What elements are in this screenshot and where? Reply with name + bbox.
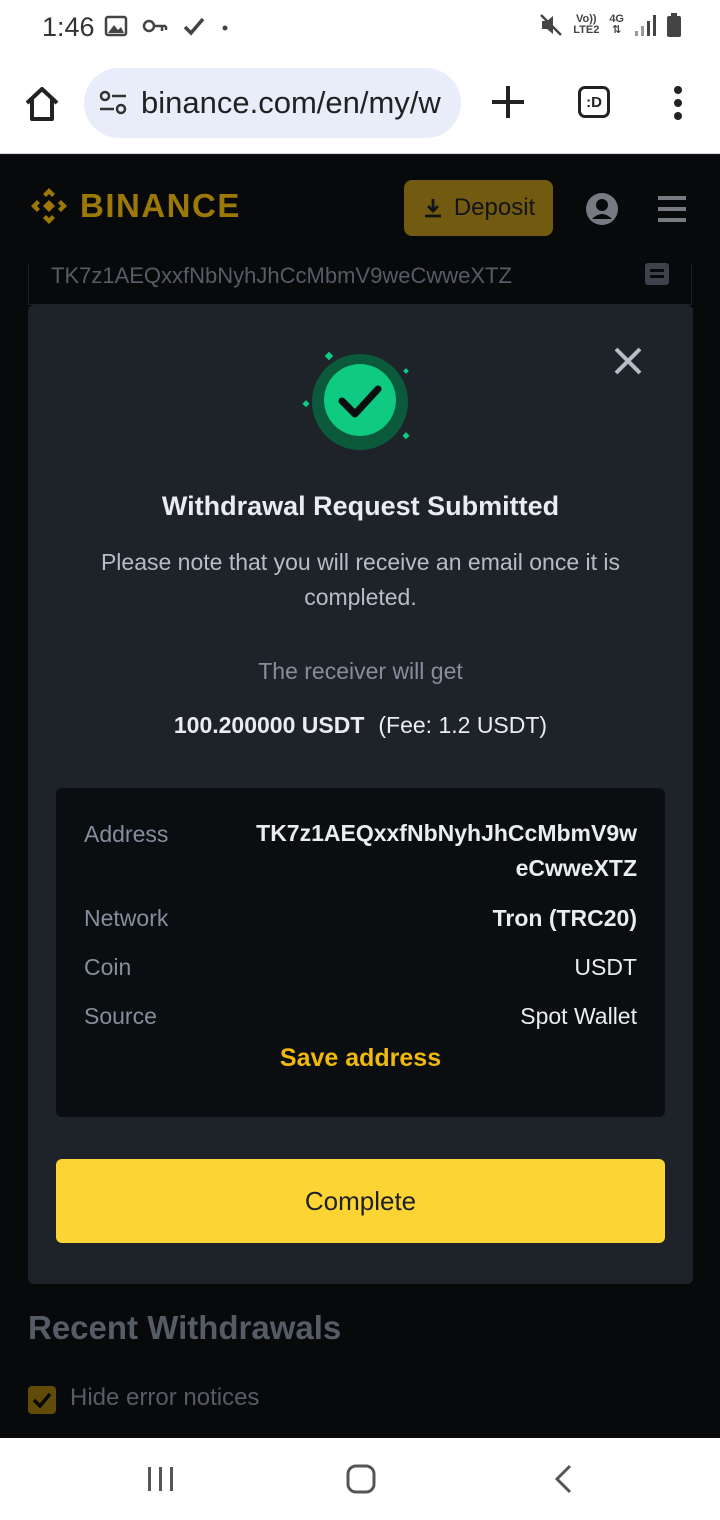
- address-bar[interactable]: binance.com/en/my/w: [84, 68, 461, 138]
- status-right-icons: Vo)) LTE2 4G ⇅: [539, 12, 682, 38]
- fee-text: (Fee: 1.2 USDT): [378, 712, 548, 738]
- source-value: Spot Wallet: [520, 1003, 637, 1029]
- url-text: binance.com/en/my/w: [141, 85, 441, 120]
- network-label: Network: [84, 905, 169, 931]
- tab-switcher-button[interactable]: :D: [578, 86, 610, 118]
- check-icon: [183, 17, 205, 36]
- receive-amount: 100.200000 USDT: [173, 712, 365, 738]
- status-time: 1:46: [42, 12, 95, 42]
- source-label: Source: [84, 1003, 157, 1029]
- browser-toolbar: binance.com/en/my/w :D: [0, 56, 720, 154]
- address-label: Address: [84, 821, 169, 847]
- coin-value: USDT: [574, 954, 637, 980]
- volte-indicator: Vo)) LTE2: [573, 13, 600, 36]
- save-address-link[interactable]: Save address: [56, 1044, 665, 1073]
- home-icon[interactable]: [22, 84, 62, 124]
- key-icon: [142, 19, 168, 33]
- more-menu-icon[interactable]: [672, 86, 684, 120]
- gallery-icon: [104, 15, 128, 37]
- site-settings-icon[interactable]: [98, 88, 128, 118]
- back-icon[interactable]: [552, 1464, 574, 1494]
- address-value: TK7z1AEQxxfNbNyhJhCcMbmV9w eCwweXTZ: [256, 820, 637, 881]
- modal-title: Withdrawal Request Submitted: [161, 491, 560, 521]
- recent-apps-icon[interactable]: [146, 1466, 176, 1492]
- success-check-icon: [302, 351, 410, 450]
- modal-note: Please note that you will receive an ema…: [100, 549, 621, 610]
- network-indicator: 4G ⇅: [609, 13, 624, 36]
- battery-icon: [667, 13, 681, 37]
- status-notification-icons: [104, 14, 230, 38]
- android-nav-bar: [0, 1438, 720, 1520]
- network-value: Tron (TRC20): [492, 905, 637, 931]
- complete-button[interactable]: Complete: [56, 1159, 665, 1243]
- dot-icon: [222, 25, 228, 31]
- coin-label: Coin: [84, 954, 132, 980]
- receiver-label: The receiver will get: [258, 658, 463, 684]
- withdrawal-details-card: Address TK7z1AEQxxfNbNyhJhCcMbmV9w eCwwe…: [56, 788, 665, 1117]
- withdrawal-success-modal: Withdrawal Request Submitted Please note…: [28, 305, 693, 1284]
- signal-icon: [635, 15, 656, 36]
- nav-home-icon[interactable]: [346, 1464, 376, 1494]
- new-tab-icon[interactable]: [488, 82, 528, 122]
- close-icon[interactable]: [612, 345, 644, 377]
- mute-icon: [540, 14, 563, 36]
- status-bar: 1:46 Vo)) LTE2 4G ⇅: [0, 0, 720, 56]
- amount-line: 100.200000 USDT (Fee: 1.2 USDT): [28, 712, 693, 739]
